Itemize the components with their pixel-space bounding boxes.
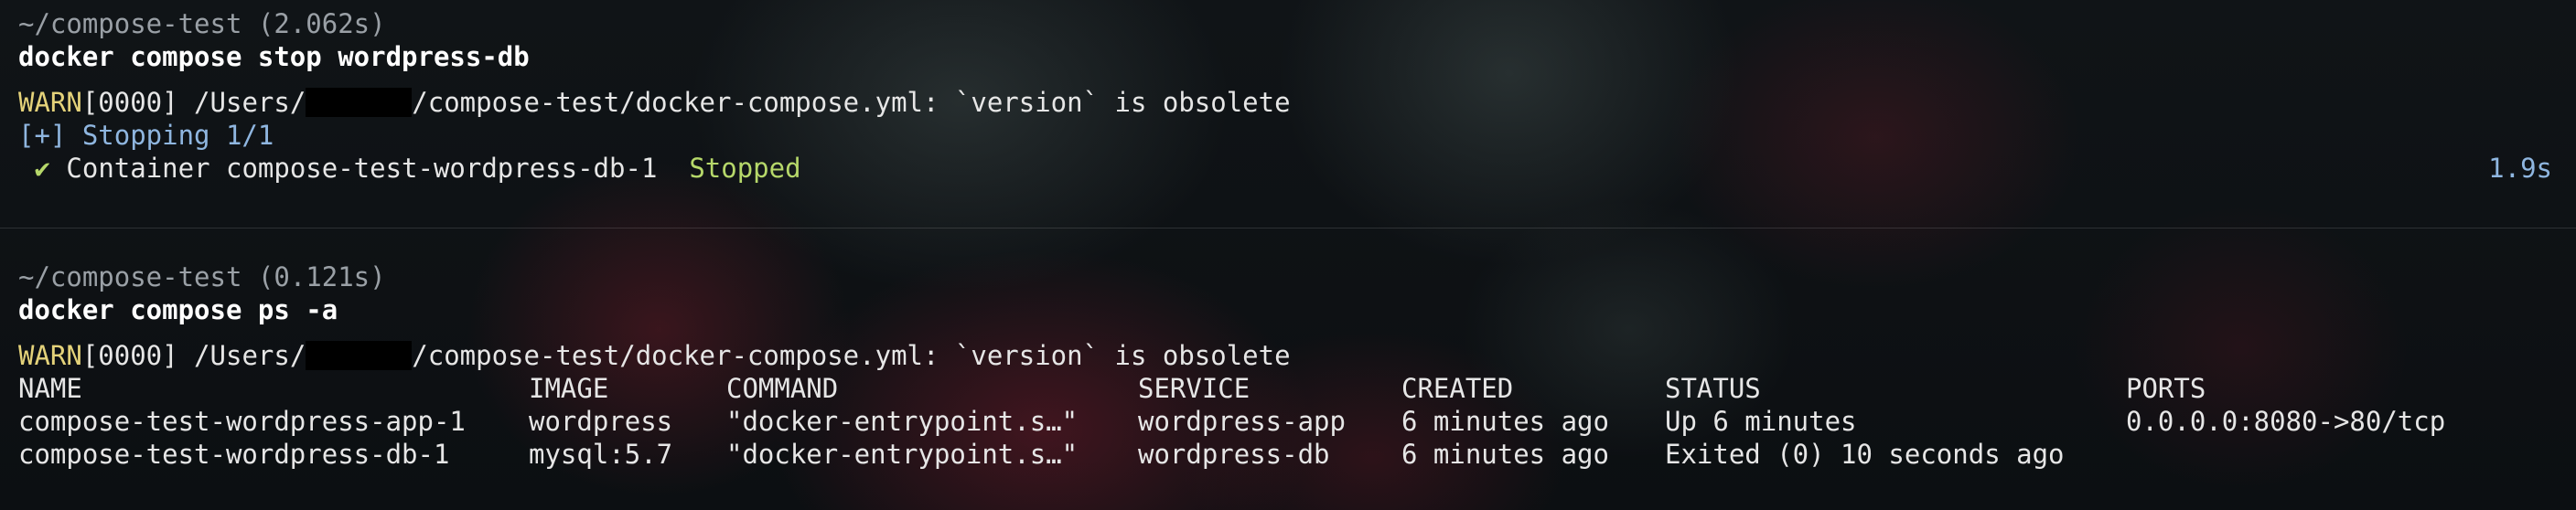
duration: 1.9s [2488, 153, 2552, 184]
cell-command: "docker-entrypoint.s…" [726, 406, 1079, 437]
cell-ports: 0.0.0.0:8080->80/tcp [2126, 406, 2446, 437]
header-service: SERVICE [1138, 373, 1250, 404]
header-status: STATUS [1665, 373, 1761, 404]
cell-service: wordpress-db [1138, 439, 1330, 470]
cell-command: "docker-entrypoint.s…" [726, 439, 1079, 470]
command-line: docker compose stop wordpress-db [18, 41, 530, 72]
stopped-status: Stopped [689, 153, 801, 184]
redacted-username [306, 88, 413, 117]
cell-status: Exited (0) 10 seconds ago [1665, 439, 2065, 470]
header-command: COMMAND [726, 373, 839, 404]
warn-tag: WARN [18, 340, 82, 371]
command-block-stop[interactable]: ~/compose-test (2.062s) docker compose s… [18, 7, 2558, 185]
warn-path-rest: /compose-test/docker-compose.yml: `versi… [412, 340, 1291, 371]
cell-image: mysql:5.7 [529, 439, 673, 470]
warning-line: WARN[0000] /Users/ /compose-test/docker-c… [18, 86, 2558, 119]
stopping-progress: [+] Stopping 1/1 [18, 120, 274, 151]
table-row: compose-test-wordpress-db-1 mysql:5.7 "d… [18, 438, 2558, 471]
warning-line: WARN[0000] /Users/ /compose-test/docker-c… [18, 339, 2558, 372]
table-row: compose-test-wordpress-app-1 wordpress "… [18, 405, 2558, 438]
prompt-line: ~/compose-test (0.121s) [18, 261, 386, 292]
cell-name: compose-test-wordpress-db-1 [18, 439, 450, 470]
cell-service: wordpress-app [1138, 406, 1346, 437]
header-name: NAME [18, 373, 82, 404]
header-created: CREATED [1401, 373, 1514, 404]
cell-created: 6 minutes ago [1401, 439, 1609, 470]
cell-created: 6 minutes ago [1401, 406, 1609, 437]
warn-path-rest: /compose-test/docker-compose.yml: `versi… [412, 87, 1291, 118]
prompt-line: ~/compose-test (2.062s) [18, 8, 386, 39]
container-label: Container compose-test-wordpress-db-1 [49, 153, 690, 184]
table-header: NAME IMAGE COMMAND SERVICE CREATED STATU… [18, 372, 2558, 405]
container-table: NAME IMAGE COMMAND SERVICE CREATED STATU… [18, 372, 2558, 471]
cell-status: Up 6 minutes [1665, 406, 1857, 437]
cell-image: wordpress [529, 406, 673, 437]
container-status-line: ✔ Container compose-test-wordpress-db-1 … [18, 152, 2558, 185]
cell-name: compose-test-wordpress-app-1 [18, 406, 466, 437]
header-ports: PORTS [2126, 373, 2206, 404]
check-icon: ✔ [34, 153, 50, 184]
command-block-ps[interactable]: ~/compose-test (0.121s) docker compose p… [18, 260, 2558, 471]
command-line: docker compose ps -a [18, 294, 338, 325]
warn-path-start: [0000] /Users/ [81, 87, 306, 118]
redacted-username [306, 341, 413, 370]
header-image: IMAGE [529, 373, 609, 404]
warn-tag: WARN [18, 87, 82, 118]
warn-path-start: [0000] /Users/ [81, 340, 306, 371]
